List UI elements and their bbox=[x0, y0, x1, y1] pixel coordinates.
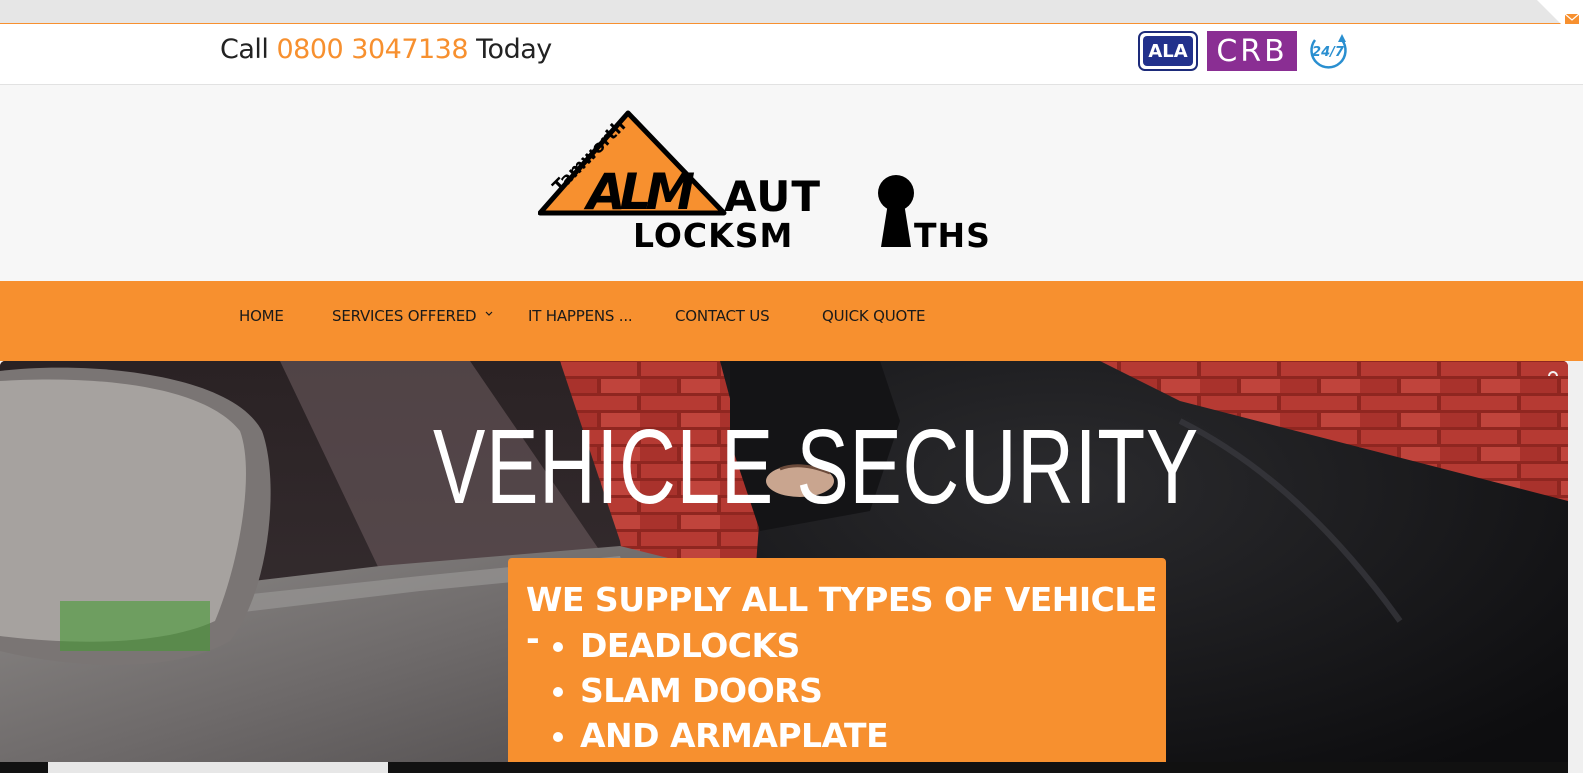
call-prefix: Call bbox=[220, 34, 269, 65]
logo-line2b: THS bbox=[914, 216, 991, 255]
main-nav: HOME SERVICES OFFERED IT HAPPENS ... CON… bbox=[0, 281, 1583, 361]
promo-list: DEADLOCKS SLAM DOORS AND ARMAPLATE bbox=[580, 623, 889, 758]
24-7-badge: 24/7 bbox=[1306, 31, 1350, 71]
site-logo[interactable]: Tamworth ALM AUT LOCKSM THS bbox=[537, 107, 1038, 257]
loading-spinner-icon bbox=[1548, 371, 1558, 377]
phone-number-link[interactable]: 0800 3047138 bbox=[277, 34, 469, 65]
call-text: Call 0800 3047138 Today bbox=[220, 34, 552, 65]
crb-badge-label: CRB bbox=[1216, 33, 1288, 69]
crb-badge: CRB bbox=[1207, 31, 1297, 71]
logo-line2: LOCKSM bbox=[633, 216, 793, 255]
hero-title: VEHICLE SECURITY bbox=[433, 408, 1199, 526]
nav-it-happens[interactable]: IT HAPPENS ... bbox=[528, 307, 633, 325]
keyhole-icon bbox=[878, 175, 914, 247]
nav-quick-quote[interactable]: QUICK QUOTE bbox=[822, 307, 926, 325]
page-scrollbar[interactable] bbox=[1568, 361, 1583, 773]
hero-slide-progress bbox=[0, 762, 1568, 773]
nav-home[interactable]: HOME bbox=[239, 307, 284, 325]
ala-badge-label: ALA bbox=[1143, 36, 1193, 66]
promo-box: WE SUPPLY ALL TYPES OF VEHICLE - DEADLOC… bbox=[508, 558, 1166, 773]
promo-item-slam-doors: SLAM DOORS bbox=[580, 668, 888, 713]
promo-item-armaplate: AND ARMAPLATE bbox=[580, 713, 889, 758]
nav-services-label: SERVICES OFFERED bbox=[332, 307, 477, 325]
call-suffix: Today bbox=[476, 34, 552, 65]
call-bar: Call 0800 3047138 Today ALA CRB 24/7 bbox=[0, 24, 1583, 85]
hero-slider[interactable]: VEHICLE SECURITY WE SUPPLY ALL TYPES OF … bbox=[0, 361, 1568, 773]
top-strip bbox=[0, 0, 1583, 24]
nav-services-offered[interactable]: SERVICES OFFERED bbox=[332, 307, 493, 325]
logo-initials: ALM bbox=[583, 163, 695, 221]
nav-contact-us[interactable]: CONTACT US bbox=[675, 307, 770, 325]
ala-badge: ALA bbox=[1138, 31, 1198, 71]
chevron-down-icon bbox=[485, 311, 493, 316]
logo-line1: AUT bbox=[724, 172, 821, 221]
envelope-icon[interactable] bbox=[1564, 13, 1580, 24]
logo-area: Tamworth ALM AUT LOCKSM THS bbox=[0, 85, 1583, 281]
promo-item-deadlocks: DEADLOCKS bbox=[580, 623, 888, 668]
24-7-badge-label: 24/7 bbox=[1312, 45, 1345, 60]
accreditation-badges: ALA CRB 24/7 bbox=[1138, 31, 1350, 71]
